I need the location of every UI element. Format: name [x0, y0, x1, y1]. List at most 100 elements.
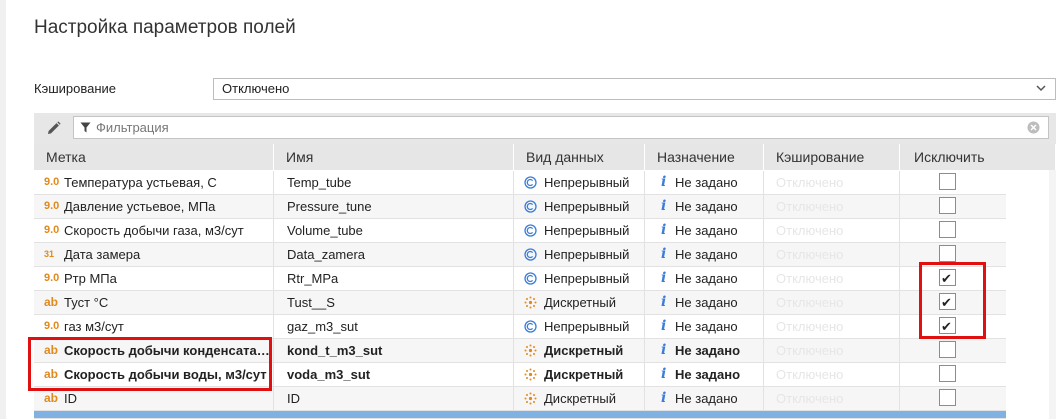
info-icon: i	[661, 198, 667, 214]
caching-cell: Отключено	[764, 171, 900, 194]
label-cell[interactable]: 9.0 газ м3/сут	[34, 315, 274, 338]
number-type-icon: 9.0	[44, 320, 60, 332]
left-panel-edge	[0, 0, 6, 419]
name-cell[interactable]: ID	[274, 387, 514, 410]
caching-value: Отключено	[776, 247, 844, 262]
field-name: Pressure_tune	[287, 199, 372, 214]
column-header-caching[interactable]: Кэширование	[764, 144, 900, 170]
field-name: Tust__S	[287, 295, 335, 310]
data-type-cell[interactable]: Непрерывный	[514, 243, 645, 266]
data-type-cell[interactable]: Дискретный	[514, 363, 645, 386]
label-cell[interactable]: 9.0 Температура устьевая, С	[34, 171, 274, 194]
table-row[interactable]: 31 Дата замера Data_zamera Непрерывный i Не з…	[34, 243, 1006, 267]
exclude-checkbox[interactable]	[939, 221, 956, 238]
exclude-checkbox[interactable]	[939, 173, 956, 190]
exclude-checkbox[interactable]	[939, 341, 956, 358]
clear-icon[interactable]	[1027, 121, 1040, 134]
caching-value: Отключено	[776, 367, 844, 382]
data-type-value: Дискретный	[544, 343, 624, 358]
purpose-cell[interactable]: i Не задано	[645, 219, 764, 242]
data-type-value: Непрерывный	[544, 319, 630, 334]
purpose-value: Не задано	[675, 199, 738, 214]
info-icon: i	[661, 174, 667, 190]
caching-cell: Отключено	[764, 363, 900, 386]
purpose-cell[interactable]: i Не задано	[645, 339, 764, 362]
exclude-checkbox[interactable]	[939, 365, 956, 382]
name-cell[interactable]: Tust__S	[274, 291, 514, 314]
purpose-cell[interactable]: i Не задано	[645, 195, 764, 218]
data-type-cell[interactable]: Дискретный	[514, 291, 645, 314]
data-type-cell[interactable]: Дискретный	[514, 387, 645, 410]
exclude-checkbox[interactable]	[939, 245, 956, 262]
column-header-exclude[interactable]: Исключить	[900, 144, 1056, 170]
label-cell[interactable]: 31 Дата замера	[34, 243, 274, 266]
column-header-data-type[interactable]: Вид данных	[514, 144, 645, 170]
data-type-cell[interactable]: Непрерывный	[514, 219, 645, 242]
data-type-value: Непрерывный	[544, 271, 630, 286]
column-header-name[interactable]: Имя	[274, 144, 514, 170]
name-cell[interactable]: Data_zamera	[274, 243, 514, 266]
continuous-icon	[524, 320, 537, 333]
purpose-cell[interactable]: i Не задано	[645, 243, 764, 266]
table-toolbar: Фильтрация	[34, 113, 1056, 144]
name-cell[interactable]: kond_t_m3_sut	[274, 339, 514, 362]
purpose-cell[interactable]: i Не задано	[645, 291, 764, 314]
exclude-cell	[900, 171, 1006, 194]
scrollbar[interactable]	[1049, 170, 1056, 419]
caching-select[interactable]: Отключено	[213, 78, 1056, 100]
field-label: Ртр МПа	[64, 271, 117, 286]
info-icon: i	[661, 222, 667, 238]
data-type-cell[interactable]: Непрерывный	[514, 315, 645, 338]
data-type-cell[interactable]: Непрерывный	[514, 195, 645, 218]
column-header-purpose[interactable]: Назначение	[645, 144, 764, 170]
table-row-selected[interactable]	[34, 411, 1006, 419]
exclude-checkbox[interactable]	[939, 197, 956, 214]
purpose-value: Не задано	[675, 295, 738, 310]
data-type-cell[interactable]: Дискретный	[514, 339, 645, 362]
field-name: Rtr_MPa	[287, 271, 339, 286]
name-cell[interactable]: Temp_tube	[274, 171, 514, 194]
discrete-icon	[524, 344, 537, 357]
exclude-checkbox[interactable]	[939, 389, 956, 406]
table-row[interactable]: 9.0 Температура устьевая, С Temp_tube Непре…	[34, 171, 1006, 195]
name-cell[interactable]: Pressure_tune	[274, 195, 514, 218]
caching-value: Отключено	[776, 319, 844, 334]
number-type-icon: 9.0	[44, 200, 60, 212]
name-cell[interactable]: gaz_m3_sut	[274, 315, 514, 338]
name-cell[interactable]: Rtr_MPa	[274, 267, 514, 290]
table-row[interactable]: 9.0 Скорость добычи газа, м3/сут Volume_tu…	[34, 219, 1006, 243]
info-icon: i	[661, 342, 667, 358]
table-row[interactable]: ab Туст °С Tust__S Дискретный i Не задано Откл…	[34, 291, 1006, 315]
purpose-cell[interactable]: i Не задано	[645, 363, 764, 386]
label-cell[interactable]: 9.0 Давление устьевое, МПа	[34, 195, 274, 218]
purpose-cell[interactable]: i Не задано	[645, 267, 764, 290]
name-cell[interactable]: Volume_tube	[274, 219, 514, 242]
label-cell[interactable]: 9.0 Ртр МПа	[34, 267, 274, 290]
exclude-cell	[900, 195, 1006, 218]
info-icon: i	[661, 270, 667, 286]
field-label: Температура устьевая, С	[64, 175, 217, 190]
string-type-icon: ab	[44, 295, 59, 309]
pencil-icon[interactable]	[45, 120, 62, 137]
data-type-cell[interactable]: Непрерывный	[514, 171, 645, 194]
caching-cell: Отключено	[764, 387, 900, 410]
name-cell[interactable]: voda_m3_sut	[274, 363, 514, 386]
table-row[interactable]: 9.0 Давление устьевое, МПа Pressure_tune Не…	[34, 195, 1006, 219]
table-row[interactable]: 9.0 газ м3/сут gaz_m3_sut Непрерывный i Не за…	[34, 315, 1006, 339]
data-type-cell[interactable]: Непрерывный	[514, 267, 645, 290]
column-header-label[interactable]: Метка	[34, 144, 274, 170]
caching-value: Отключено	[776, 391, 844, 406]
purpose-cell[interactable]: i Не задано	[645, 315, 764, 338]
filter-input[interactable]: Фильтрация	[73, 116, 1049, 139]
purpose-cell[interactable]: i Не задано	[645, 171, 764, 194]
caching-label: Кэширование	[34, 81, 117, 96]
table-row[interactable]: 9.0 Ртр МПа Rtr_MPa Непрерывный i Не задано От…	[34, 267, 1006, 291]
data-type-value: Непрерывный	[544, 223, 630, 238]
field-name: gaz_m3_sut	[287, 319, 358, 334]
label-cell[interactable]: 9.0 Скорость добычи газа, м3/сут	[34, 219, 274, 242]
funnel-icon	[80, 122, 91, 133]
purpose-cell[interactable]: i Не задано	[645, 387, 764, 410]
highlight-box-labels	[28, 337, 272, 391]
continuous-icon	[524, 224, 537, 237]
label-cell[interactable]: ab Туст °С	[34, 291, 274, 314]
